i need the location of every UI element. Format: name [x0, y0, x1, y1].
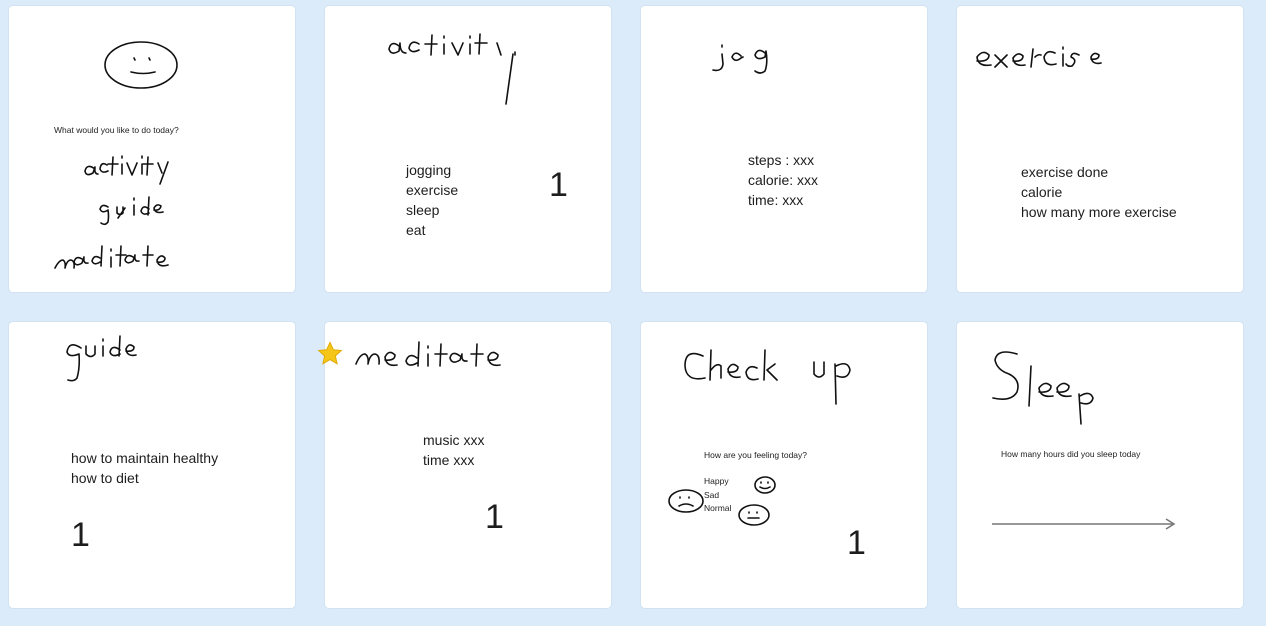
exercise-calorie: calorie	[1021, 184, 1063, 200]
jog-time: time: xxx	[748, 192, 804, 208]
activity-count: 1	[549, 166, 568, 204]
handwritten-title-jog	[712, 44, 768, 74]
handwritten-title-activity	[388, 33, 516, 105]
card-sleep[interactable]: How many hours did you sleep today	[957, 322, 1243, 608]
jog-steps: steps : xxx	[748, 152, 815, 168]
card-guide[interactable]: how to maintain healthy how to diet 1	[9, 322, 295, 608]
jog-calorie: calorie: xxx	[748, 172, 819, 188]
activity-item-sleep[interactable]: sleep	[406, 200, 439, 220]
activity-item-eat[interactable]: eat	[406, 220, 425, 240]
handwritten-title-sleep	[992, 351, 1094, 425]
activity-item-exercise[interactable]: exercise	[406, 180, 458, 200]
meditate-count: 1	[485, 498, 504, 536]
card-home[interactable]: What would you like to do today?	[9, 6, 295, 292]
arrow-right-icon[interactable]	[992, 518, 1177, 530]
handwritten-title-exercise	[976, 46, 1102, 68]
meditate-time[interactable]: time xxx	[423, 450, 474, 470]
card-exercise[interactable]: exercise done calorie how many more exer…	[957, 6, 1243, 292]
meditate-music[interactable]: music xxx	[423, 430, 484, 450]
guide-healthy[interactable]: how to maintain healthy	[71, 448, 218, 468]
normal-face-icon	[738, 504, 770, 526]
activity-item-jogging[interactable]: jogging	[406, 160, 451, 180]
handwritten-menu-activity-guide-meditate[interactable]	[9, 6, 295, 292]
card-checkup[interactable]: How are you feeling today? Happy Sad Nor…	[641, 322, 927, 608]
checkup-count: 1	[847, 524, 866, 562]
card-activity[interactable]: jogging exercise sleep eat 1	[325, 6, 611, 292]
guide-count: 1	[71, 516, 90, 554]
happy-face-icon	[754, 476, 776, 494]
guide-diet[interactable]: how to diet	[71, 468, 139, 488]
exercise-done: exercise done	[1021, 164, 1109, 180]
mood-faces-doodles[interactable]	[641, 322, 927, 608]
card-jog[interactable]: steps : xxx calorie: xxx time: xxx	[641, 6, 927, 292]
exercise-remaining: how many more exercise	[1021, 204, 1177, 220]
card-meditate[interactable]: music xxx time xxx 1	[325, 322, 611, 608]
sad-face-icon	[668, 489, 704, 513]
sleep-prompt: How many hours did you sleep today	[1001, 449, 1141, 459]
star-icon[interactable]	[316, 340, 344, 368]
